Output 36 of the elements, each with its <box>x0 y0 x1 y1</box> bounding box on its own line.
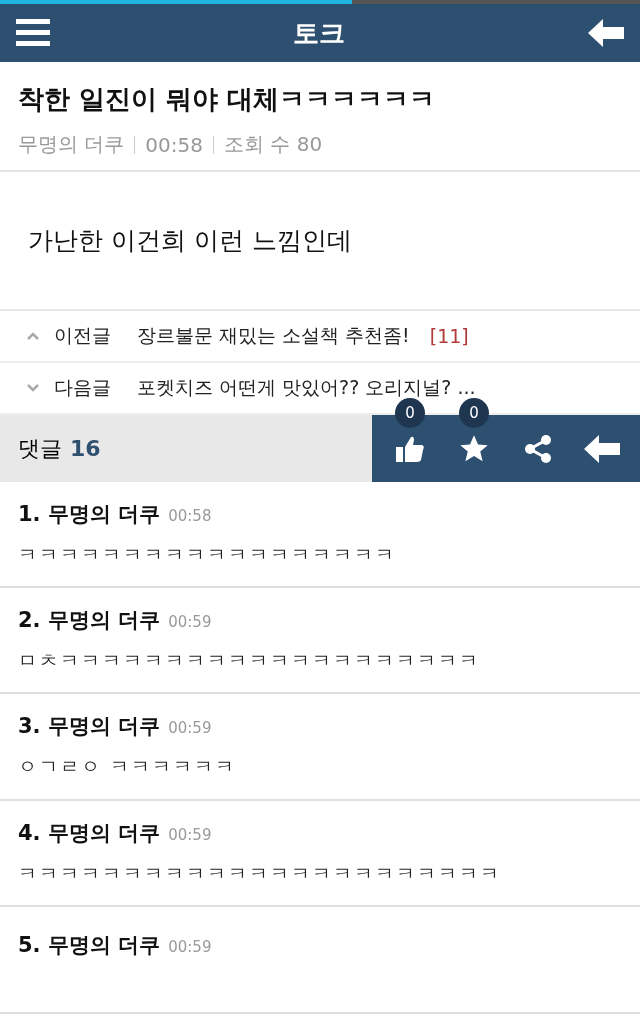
comment-author: 1. 무명의 더쿠 <box>18 501 161 529</box>
comment-author: 2. 무명의 더쿠 <box>18 607 161 635</box>
menu-icon <box>16 19 50 48</box>
chevron-up-icon <box>26 330 40 341</box>
comment-time: 00:59 <box>168 825 212 844</box>
comment-text: ㅁㅊㅋㅋㅋㅋㅋㅋㅋㅋㅋㅋㅋㅋㅋㅋㅋㅋㅋㅋㅋㅋ <box>18 648 481 674</box>
back-button[interactable] <box>588 19 624 48</box>
back-arrow-icon <box>588 19 624 48</box>
comment-count: [11] <box>429 324 469 347</box>
comment-author: 4. 무명의 더쿠 <box>18 819 161 847</box>
comment-time: 00:59 <box>168 613 212 632</box>
post-time: 00:58 <box>145 132 203 157</box>
post-views: 조회 수 80 <box>224 131 323 159</box>
comment-text: ㅋㅋㅋㅋㅋㅋㅋㅋㅋㅋㅋㅋㅋㅋㅋㅋㅋㅋ <box>18 542 397 568</box>
comment-author: 3. 무명의 더쿠 <box>18 713 161 741</box>
menu-button[interactable] <box>16 19 50 48</box>
like-count: 0 <box>395 397 425 428</box>
back-arrow-icon <box>584 434 620 463</box>
comment-text: ㅋㅋㅋㅋㅋㅋㅋㅋㅋㅋㅋㅋㅋㅋㅋㅋㅋㅋㅋㅋㅋㅋㅋ <box>18 860 502 886</box>
header-title: 토크 <box>293 16 345 50</box>
nav-label: 이전글 <box>54 322 111 348</box>
post-author: 무명의 더쿠 <box>18 131 125 159</box>
comment-time: 00:59 <box>168 937 212 956</box>
chevron-down-icon <box>26 382 40 393</box>
nav-label: 다음글 <box>54 374 111 400</box>
favorite-count: 0 <box>459 397 489 428</box>
share-icon <box>523 433 553 464</box>
comment-author: 5. 무명의 더쿠 <box>18 931 161 959</box>
post-title: 착한 일진이 뭐야 대체ㅋㅋㅋㅋㅋㅋ <box>18 83 437 117</box>
nav-post-link[interactable]: 장르불문 재밌는 소설책 추천좀! <box>137 322 410 349</box>
comments-label: 댓글 <box>18 434 62 463</box>
comment-time: 00:58 <box>168 507 212 526</box>
post-body: 가난한 이건희 이런 느낌인데 <box>28 224 352 257</box>
comments-count: 16 <box>70 436 101 462</box>
comment-text: ㅇㄱㄹㅇ ㅋㅋㅋㅋㅋㅋ <box>18 754 238 780</box>
comment-time: 00:59 <box>168 719 212 738</box>
